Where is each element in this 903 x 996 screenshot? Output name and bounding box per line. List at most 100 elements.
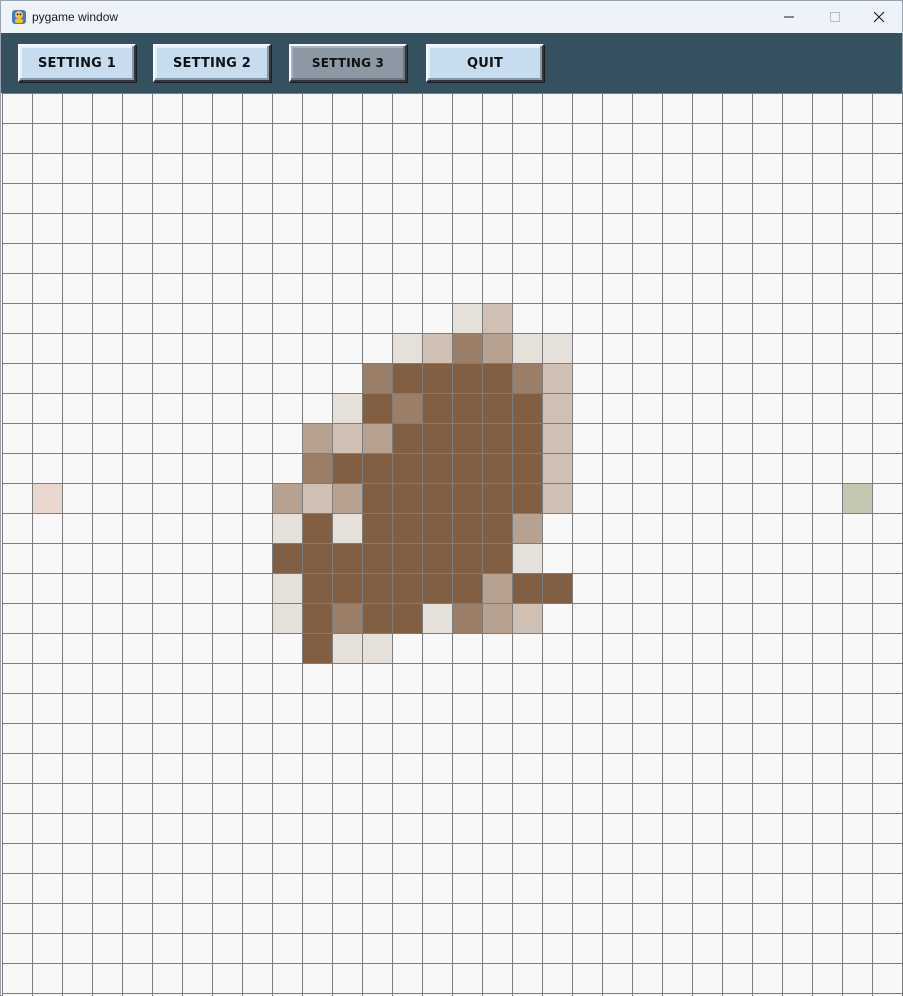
painted-cell[interactable] — [422, 363, 452, 393]
painted-cell[interactable] — [512, 483, 542, 513]
painted-cell[interactable] — [392, 453, 422, 483]
painted-cell[interactable] — [482, 423, 512, 453]
painted-cell[interactable] — [302, 543, 332, 573]
painted-cell[interactable] — [542, 453, 572, 483]
painted-cell[interactable] — [512, 513, 542, 543]
painted-cell[interactable] — [422, 513, 452, 543]
painted-cell[interactable] — [392, 363, 422, 393]
painted-cell[interactable] — [452, 483, 482, 513]
minimize-button[interactable] — [766, 1, 812, 33]
painted-cell[interactable] — [542, 573, 572, 603]
painted-cell[interactable] — [512, 423, 542, 453]
painted-cell[interactable] — [842, 483, 872, 513]
painted-cell[interactable] — [332, 543, 362, 573]
painted-cell[interactable] — [422, 333, 452, 363]
painted-cell[interactable] — [482, 603, 512, 633]
title-bar[interactable]: pygame window — [1, 1, 902, 33]
painted-cell[interactable] — [422, 603, 452, 633]
painted-cell[interactable] — [452, 363, 482, 393]
setting-3-button[interactable]: SETTING 3 — [289, 44, 407, 82]
painted-cell[interactable] — [482, 333, 512, 363]
painted-cell[interactable] — [362, 393, 392, 423]
painted-cell[interactable] — [422, 573, 452, 603]
quit-button[interactable]: QUIT — [426, 44, 544, 82]
painted-cell[interactable] — [392, 423, 422, 453]
painted-cell[interactable] — [272, 483, 302, 513]
painted-cell[interactable] — [482, 363, 512, 393]
close-button[interactable] — [856, 1, 902, 33]
painted-cell[interactable] — [452, 303, 482, 333]
painted-cell[interactable] — [512, 393, 542, 423]
painted-cell[interactable] — [362, 453, 392, 483]
painted-cell[interactable] — [452, 513, 482, 543]
painted-cell[interactable] — [512, 333, 542, 363]
pixel-drawing-canvas[interactable] — [2, 93, 903, 996]
painted-cell[interactable] — [422, 393, 452, 423]
painted-cell[interactable] — [422, 453, 452, 483]
painted-cell[interactable] — [272, 603, 302, 633]
painted-cell[interactable] — [452, 543, 482, 573]
painted-cell[interactable] — [452, 423, 482, 453]
painted-cell[interactable] — [392, 333, 422, 363]
painted-cell[interactable] — [452, 603, 482, 633]
painted-cell[interactable] — [422, 483, 452, 513]
painted-cell[interactable] — [482, 303, 512, 333]
painted-cell[interactable] — [482, 393, 512, 423]
painted-cell[interactable] — [362, 483, 392, 513]
painted-cell[interactable] — [302, 483, 332, 513]
painted-cell[interactable] — [542, 423, 572, 453]
painted-cell[interactable] — [302, 453, 332, 483]
maximize-button[interactable] — [812, 1, 858, 33]
painted-cell[interactable] — [512, 363, 542, 393]
painted-cell[interactable] — [392, 513, 422, 543]
painted-cell[interactable] — [482, 513, 512, 543]
painted-cell[interactable] — [512, 573, 542, 603]
painted-cell[interactable] — [362, 513, 392, 543]
painted-cell[interactable] — [482, 453, 512, 483]
painted-cell[interactable] — [302, 423, 332, 453]
painted-cell[interactable] — [362, 573, 392, 603]
painted-cell[interactable] — [332, 423, 362, 453]
painted-cell[interactable] — [512, 603, 542, 633]
painted-cell[interactable] — [452, 393, 482, 423]
painted-cell[interactable] — [542, 393, 572, 423]
painted-cell[interactable] — [392, 573, 422, 603]
painted-cell[interactable] — [392, 543, 422, 573]
painted-cell[interactable] — [512, 453, 542, 483]
painted-cell[interactable] — [542, 483, 572, 513]
painted-cell[interactable] — [452, 573, 482, 603]
painted-cell[interactable] — [542, 333, 572, 363]
painted-cell[interactable] — [482, 543, 512, 573]
painted-cell[interactable] — [362, 603, 392, 633]
painted-cell[interactable] — [272, 513, 302, 543]
painted-cell[interactable] — [332, 393, 362, 423]
painted-cell[interactable] — [422, 423, 452, 453]
painted-cell[interactable] — [332, 483, 362, 513]
painted-cell[interactable] — [452, 453, 482, 483]
painted-cell[interactable] — [332, 573, 362, 603]
painted-cell[interactable] — [332, 513, 362, 543]
painted-cell[interactable] — [332, 633, 362, 663]
painted-cell[interactable] — [302, 633, 332, 663]
painted-cell[interactable] — [332, 603, 362, 633]
painted-cell[interactable] — [302, 573, 332, 603]
painted-cell[interactable] — [482, 573, 512, 603]
painted-cell[interactable] — [392, 603, 422, 633]
painted-cell[interactable] — [332, 453, 362, 483]
painted-cell[interactable] — [482, 483, 512, 513]
setting-1-button[interactable]: SETTING 1 — [18, 44, 136, 82]
painted-cell[interactable] — [302, 603, 332, 633]
painted-cell[interactable] — [272, 543, 302, 573]
painted-cell[interactable] — [362, 633, 392, 663]
painted-cell[interactable] — [392, 393, 422, 423]
painted-cell[interactable] — [452, 333, 482, 363]
painted-cell[interactable] — [32, 483, 62, 513]
painted-cell[interactable] — [362, 363, 392, 393]
painted-cell[interactable] — [512, 543, 542, 573]
painted-cell[interactable] — [272, 573, 302, 603]
painted-cell[interactable] — [362, 543, 392, 573]
painted-cell[interactable] — [392, 483, 422, 513]
setting-2-button[interactable]: SETTING 2 — [153, 44, 271, 82]
painted-cell[interactable] — [362, 423, 392, 453]
painted-cell[interactable] — [422, 543, 452, 573]
